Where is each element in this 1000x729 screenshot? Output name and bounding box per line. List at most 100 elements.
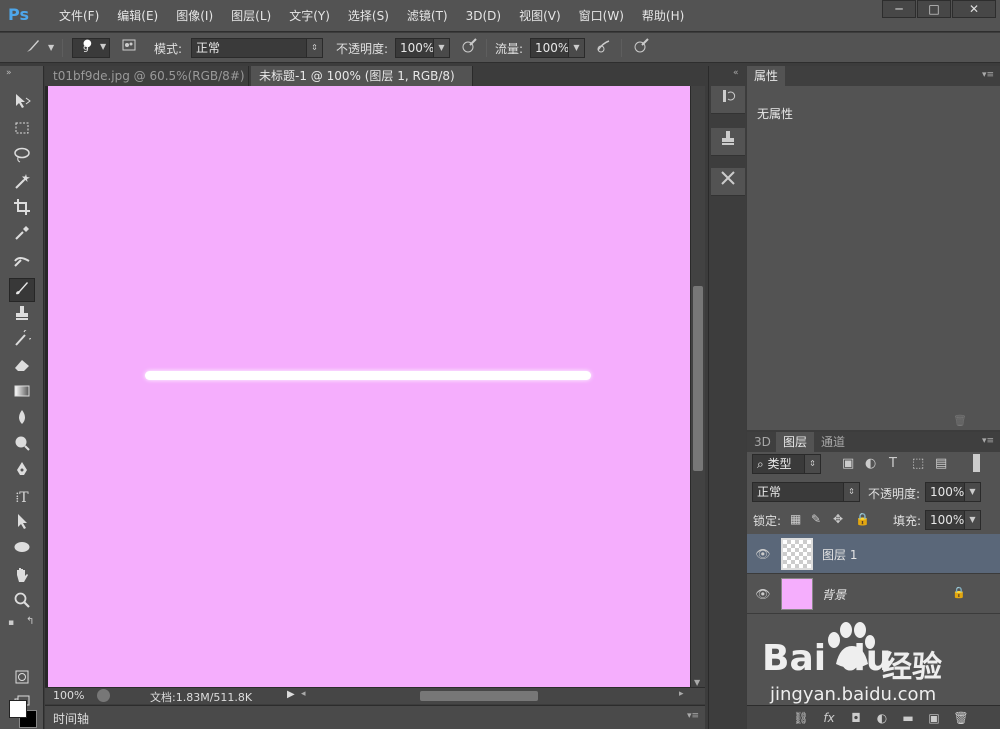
brush-tool-preset-icon[interactable] (22, 37, 44, 59)
tab-untitled-1[interactable]: 未标题-1 @ 100% (图层 1, RGB/8) *× (251, 66, 473, 103)
layer-name[interactable]: 背景 (822, 586, 846, 603)
filter-shape-icon[interactable]: ⬚ (912, 456, 924, 471)
tab-channels[interactable]: 通道 (814, 432, 852, 452)
menu-layer[interactable]: 图层(L) (222, 0, 280, 32)
default-colors-icon[interactable]: ▪ (8, 618, 14, 628)
panel-menu-icon[interactable]: ▾≡ (982, 436, 994, 446)
brush-tool-icon[interactable] (9, 278, 35, 302)
menu-type[interactable]: 文字(Y) (280, 0, 339, 32)
tab-properties[interactable]: 属性 (747, 66, 786, 86)
quick-mask-icon[interactable] (9, 668, 35, 692)
menu-3d[interactable]: 3D(D) (457, 0, 510, 32)
menu-edit[interactable]: 编辑(E) (108, 0, 167, 32)
visibility-eye-icon[interactable]: 👁 (755, 546, 771, 562)
expand-dock-icon[interactable]: « (733, 68, 739, 78)
panel-menu-icon[interactable]: ▾≡ (687, 711, 699, 721)
zoom-level[interactable]: 100% (53, 689, 84, 702)
pen-tool-icon[interactable] (9, 460, 35, 484)
opacity-field[interactable]: 100% ▼ (395, 38, 450, 58)
lasso-tool-icon[interactable] (9, 146, 35, 170)
swap-colors-icon[interactable]: ↰ (26, 616, 34, 627)
brush-size-picker[interactable]: ● 9 ▼ (72, 38, 110, 58)
foreground-color-swatch[interactable] (9, 700, 27, 718)
add-mask-icon[interactable]: ◘ (847, 709, 865, 727)
history-brush-tool-icon[interactable] (9, 328, 35, 354)
lock-all-icon[interactable]: 🔒 (855, 512, 870, 526)
horizontal-scroll-thumb[interactable] (420, 691, 538, 701)
layer-opacity-field[interactable]: 100% ▼ (925, 482, 981, 502)
collapse-arrows-icon[interactable]: » (6, 68, 12, 78)
menu-filter[interactable]: 滤镜(T) (398, 0, 457, 32)
layer-filter-select[interactable]: ⌕ 类型 ⇕ (752, 454, 821, 474)
delete-layer-icon[interactable]: 🗑 (952, 709, 970, 727)
marquee-tool-icon[interactable] (9, 119, 35, 143)
timeline-label[interactable]: 时间轴 (53, 710, 89, 727)
blend-mode-select[interactable]: 正常 ⇕ (752, 482, 860, 502)
vertical-scrollbar[interactable]: ▼ (690, 86, 705, 687)
mode-select[interactable]: 正常 ⇕ (191, 38, 323, 58)
layer-name[interactable]: 图层 1 (822, 546, 857, 563)
menu-help[interactable]: 帮助(H) (633, 0, 693, 32)
visibility-eye-icon[interactable]: 👁 (755, 586, 771, 602)
fill-field[interactable]: 100% ▼ (925, 510, 981, 530)
flow-field[interactable]: 100% ▼ (530, 38, 585, 58)
filter-pixel-icon[interactable]: ▣ (842, 456, 854, 471)
preset-chevron-icon[interactable]: ▼ (48, 43, 54, 52)
scroll-left-icon[interactable]: ◂ (301, 689, 306, 699)
healing-brush-tool-icon[interactable] (9, 252, 35, 276)
path-selection-tool-icon[interactable] (9, 512, 35, 536)
type-tool-icon[interactable]: ⁞T (9, 486, 35, 510)
layer-row-layer-1[interactable]: 👁 图层 1 (747, 534, 1000, 574)
menu-image[interactable]: 图像(I) (167, 0, 222, 32)
move-tool-icon[interactable] (9, 92, 35, 116)
eyedropper-tool-icon[interactable] (9, 224, 35, 248)
ellipse-tool-icon[interactable] (9, 538, 35, 562)
tab-t01bf9de[interactable]: t01bf9de.jpg @ 60.5%(RGB/8#) *× (45, 66, 249, 103)
tool-presets-icon[interactable] (711, 168, 745, 196)
crop-tool-icon[interactable] (9, 198, 35, 222)
status-menu-icon[interactable] (97, 689, 110, 702)
blur-tool-icon[interactable] (9, 408, 35, 432)
scroll-right-icon[interactable]: ▸ (679, 689, 684, 699)
clone-stamp-tool-icon[interactable] (9, 304, 35, 328)
scroll-down-icon[interactable]: ▼ (694, 678, 700, 687)
status-arrow-icon[interactable]: ▶ (287, 689, 295, 700)
lock-transparency-icon[interactable]: ▦ (790, 512, 801, 526)
filter-adjustment-icon[interactable]: ◐ (865, 456, 876, 471)
filter-smart-object-icon[interactable]: ▤ (935, 456, 947, 471)
adjustment-layer-icon[interactable]: ◐ (873, 709, 891, 727)
filter-toggle-icon[interactable] (973, 454, 980, 472)
layer-style-icon[interactable]: fx (820, 709, 838, 727)
menu-window[interactable]: 窗口(W) (570, 0, 633, 32)
menu-file[interactable]: 文件(F) (50, 0, 108, 32)
pressure-size-icon[interactable] (630, 37, 652, 59)
maximize-button[interactable]: □ (917, 0, 951, 18)
minimize-button[interactable]: ─ (882, 0, 916, 18)
menu-select[interactable]: 选择(S) (339, 0, 398, 32)
new-group-icon[interactable]: ▬ (899, 709, 917, 727)
hand-tool-icon[interactable] (9, 566, 35, 590)
close-window-button[interactable]: ✕ (952, 0, 996, 18)
brush-panel-icon[interactable] (118, 37, 140, 59)
tab-3d[interactable]: 3D (747, 432, 778, 452)
layer-row-background[interactable]: 👁 背景 🔒 (747, 574, 1000, 614)
new-layer-icon[interactable]: ▣ (925, 709, 943, 727)
lock-position-icon[interactable]: ✥ (833, 512, 843, 526)
history-panel-icon[interactable] (711, 86, 745, 114)
panel-menu-icon[interactable]: ▾≡ (982, 70, 994, 80)
dodge-tool-icon[interactable] (9, 434, 35, 458)
tab-layers[interactable]: 图层 (776, 432, 815, 452)
document-canvas[interactable] (48, 86, 690, 687)
link-layers-icon[interactable]: ⛓ (792, 709, 810, 727)
zoom-tool-icon[interactable] (9, 591, 35, 615)
menu-view[interactable]: 视图(V) (510, 0, 570, 32)
eraser-tool-icon[interactable] (9, 356, 35, 380)
vertical-scroll-thumb[interactable] (693, 286, 703, 471)
lock-pixels-icon[interactable]: ✎ (811, 512, 821, 526)
filter-type-icon[interactable]: T (889, 456, 897, 471)
clone-source-icon[interactable] (711, 128, 745, 156)
pressure-opacity-icon[interactable] (458, 37, 480, 59)
magic-wand-tool-icon[interactable] (9, 172, 35, 196)
gradient-tool-icon[interactable] (9, 382, 35, 406)
trash-icon[interactable]: 🗑 (953, 414, 967, 427)
